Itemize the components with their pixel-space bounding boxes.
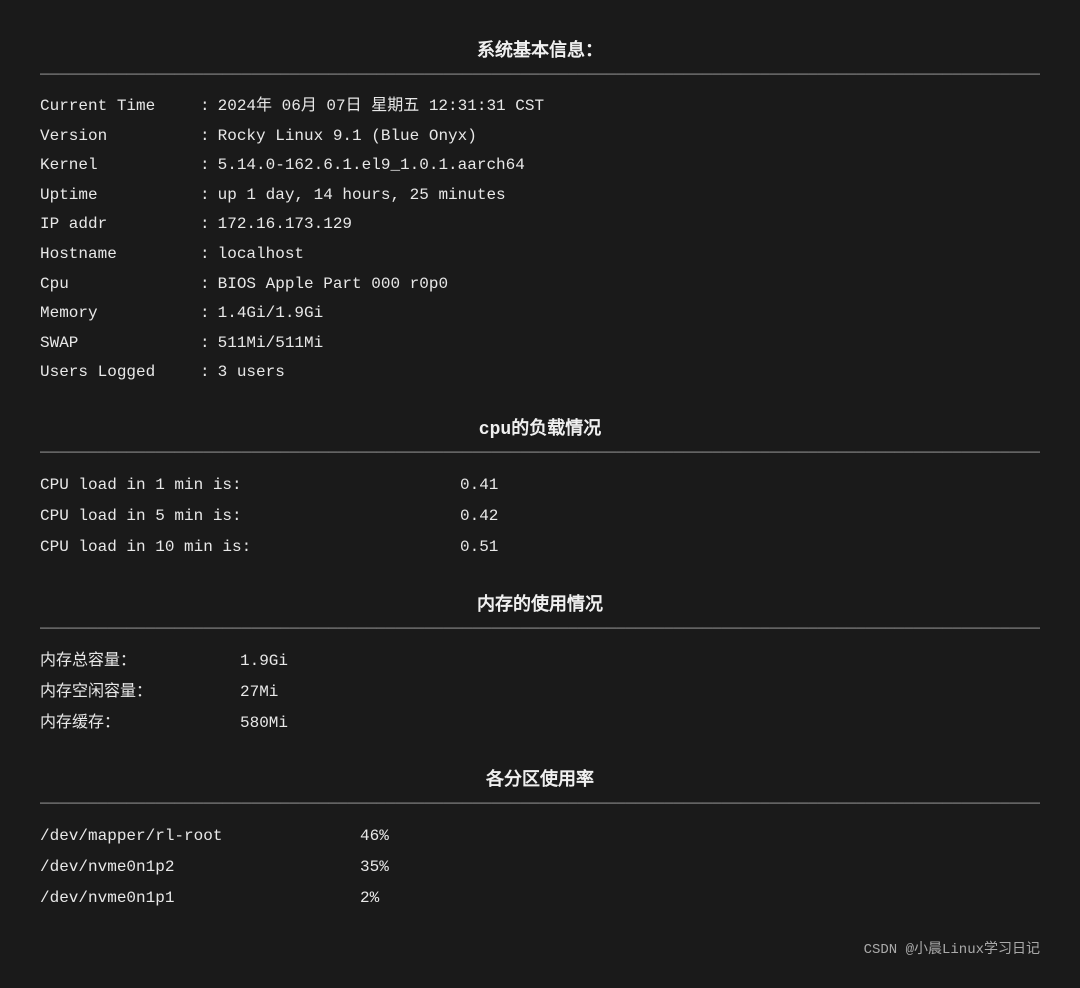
mem-row-1: 内存空闲容量： 27Mi (40, 679, 1040, 706)
sysinfo-colon-3: : (200, 183, 210, 209)
sysinfo-colon-9: : (200, 360, 210, 386)
sysinfo-colon-7: : (200, 301, 210, 327)
disk-value-1: 35% (360, 854, 389, 881)
footer: CSDN @小晨Linux学习日记 (40, 928, 1040, 968)
cpu-value-2: 0.51 (460, 534, 498, 561)
mem-value-2: 580Mi (240, 710, 288, 737)
mem-row-2: 内存缓存： 580Mi (40, 710, 1040, 737)
sysinfo-value-8: 511Mi/511Mi (218, 331, 324, 357)
disk-label-2: /dev/nvme0n1p1 (40, 885, 360, 912)
disk-section: 各分区使用率 ─────────────────────────────────… (40, 749, 1040, 917)
cpu-label-0: CPU load in 1 min is: (40, 472, 460, 499)
sysinfo-label-1: Version (40, 124, 200, 150)
disk-divider: ────────────────────────────────────────… (40, 795, 1040, 813)
cpu-row-1: CPU load in 5 min is: 0.42 (40, 503, 1040, 530)
sysinfo-label-8: SWAP (40, 331, 200, 357)
memory-title: 内存的使用情况 (40, 590, 1040, 616)
cpu-value-1: 0.42 (460, 503, 498, 530)
sysinfo-row-7: Memory : 1.4Gi/1.9Gi (40, 301, 1040, 327)
sysinfo-row-5: Hostname : localhost (40, 242, 1040, 268)
sysinfo-value-2: 5.14.0-162.6.1.el9_1.0.1.aarch64 (218, 153, 525, 179)
cpu-section: cpu的负载情况 ───────────────────────────────… (40, 398, 1040, 566)
disk-row-2: /dev/nvme0n1p1 2% (40, 885, 1040, 912)
sysinfo-row-0: Current Time : 2024年 06月 07日 星期五 12:31:3… (40, 94, 1040, 120)
sysinfo-label-3: Uptime (40, 183, 200, 209)
sysinfo-row-1: Version : Rocky Linux 9.1 (Blue Onyx) (40, 124, 1040, 150)
sysinfo-title: 系统基本信息： (40, 36, 1040, 62)
sysinfo-value-5: localhost (218, 242, 304, 268)
sysinfo-value-0: 2024年 06月 07日 星期五 12:31:31 CST (218, 94, 544, 120)
sysinfo-colon-4: : (200, 212, 210, 238)
cpu-row-0: CPU load in 1 min is: 0.41 (40, 472, 1040, 499)
mem-label-2: 内存缓存： (40, 710, 240, 737)
sysinfo-label-4: IP addr (40, 212, 200, 238)
sysinfo-colon-8: : (200, 331, 210, 357)
cpu-divider: ────────────────────────────────────────… (40, 444, 1040, 462)
sysinfo-row-4: IP addr : 172.16.173.129 (40, 212, 1040, 238)
sysinfo-value-7: 1.4Gi/1.9Gi (218, 301, 324, 327)
disk-row-1: /dev/nvme0n1p2 35% (40, 854, 1040, 881)
sysinfo-label-2: Kernel (40, 153, 200, 179)
sysinfo-value-4: 172.16.173.129 (218, 212, 352, 238)
sysinfo-label-5: Hostname (40, 242, 200, 268)
sysinfo-label-7: Memory (40, 301, 200, 327)
sysinfo-row-9: Users Logged : 3 users (40, 360, 1040, 386)
mem-row-0: 内存总容量： 1.9Gi (40, 648, 1040, 675)
cpu-title: cpu的负载情况 (40, 414, 1040, 440)
sysinfo-label-6: Cpu (40, 272, 200, 298)
sysinfo-colon-5: : (200, 242, 210, 268)
disk-value-2: 2% (360, 885, 379, 912)
cpu-value-0: 0.41 (460, 472, 498, 499)
cpu-label-1: CPU load in 5 min is: (40, 503, 460, 530)
sysinfo-colon-2: : (200, 153, 210, 179)
cpu-label-2: CPU load in 10 min is: (40, 534, 460, 561)
disk-value-0: 46% (360, 823, 389, 850)
sysinfo-value-1: Rocky Linux 9.1 (Blue Onyx) (218, 124, 477, 150)
mem-label-1: 内存空闲容量： (40, 679, 240, 706)
disk-row-0: /dev/mapper/rl-root 46% (40, 823, 1040, 850)
disk-label-0: /dev/mapper/rl-root (40, 823, 360, 850)
memory-divider: ────────────────────────────────────────… (40, 620, 1040, 638)
sysinfo-row-3: Uptime : up 1 day, 14 hours, 25 minutes (40, 183, 1040, 209)
sysinfo-divider: ────────────────────────────────────────… (40, 66, 1040, 84)
sysinfo-value-3: up 1 day, 14 hours, 25 minutes (218, 183, 506, 209)
sysinfo-value-6: BIOS Apple Part 000 r0p0 (218, 272, 448, 298)
disk-label-1: /dev/nvme0n1p2 (40, 854, 360, 881)
memory-section: 内存的使用情况 ────────────────────────────────… (40, 574, 1040, 742)
sysinfo-row-2: Kernel : 5.14.0-162.6.1.el9_1.0.1.aarch6… (40, 153, 1040, 179)
sysinfo-colon-6: : (200, 272, 210, 298)
sysinfo-label-0: Current Time (40, 94, 200, 120)
mem-label-0: 内存总容量： (40, 648, 240, 675)
disk-title: 各分区使用率 (40, 765, 1040, 791)
sysinfo-row-6: Cpu : BIOS Apple Part 000 r0p0 (40, 272, 1040, 298)
sysinfo-section: 系统基本信息： ────────────────────────────────… (40, 20, 1040, 390)
sysinfo-colon-0: : (200, 94, 210, 120)
sysinfo-value-9: 3 users (218, 360, 285, 386)
mem-value-1: 27Mi (240, 679, 278, 706)
mem-value-0: 1.9Gi (240, 648, 288, 675)
sysinfo-colon-1: : (200, 124, 210, 150)
footer-text: CSDN @小晨Linux学习日记 (864, 938, 1040, 958)
sysinfo-label-9: Users Logged (40, 360, 200, 386)
cpu-row-2: CPU load in 10 min is: 0.51 (40, 534, 1040, 561)
sysinfo-row-8: SWAP : 511Mi/511Mi (40, 331, 1040, 357)
